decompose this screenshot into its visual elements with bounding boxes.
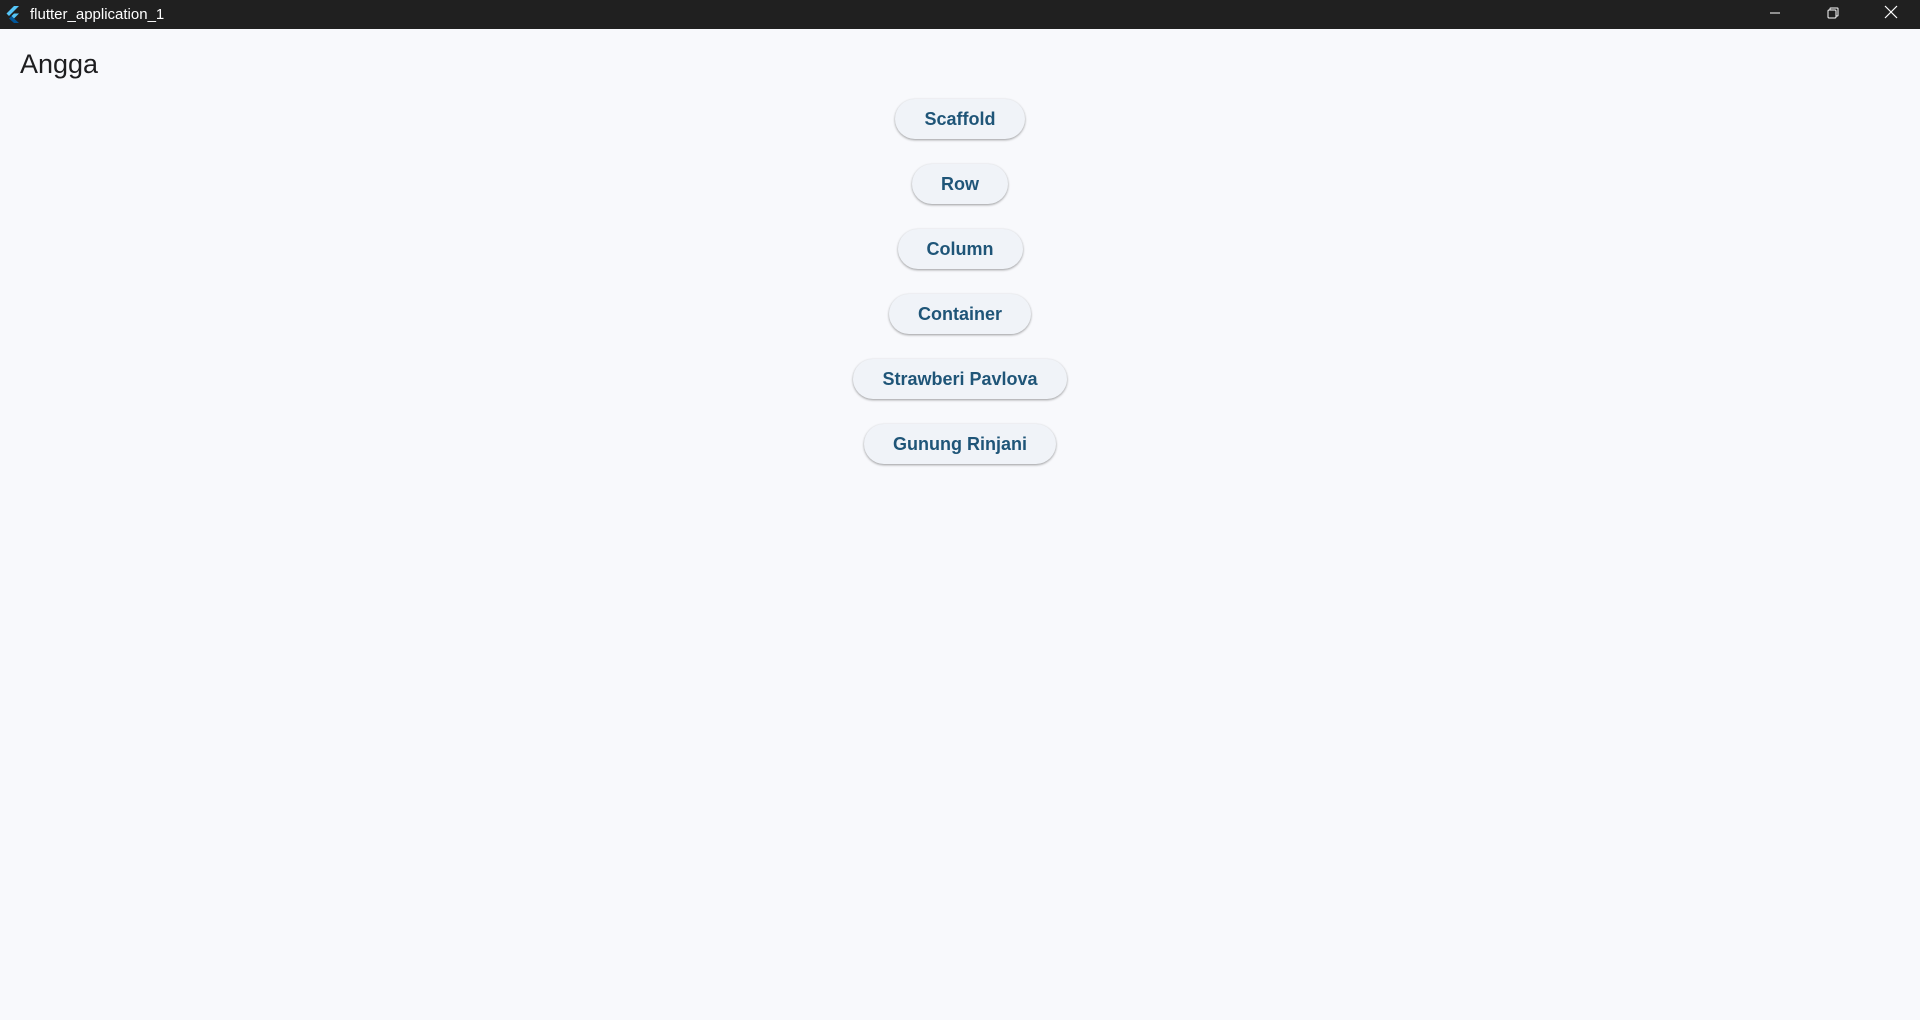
strawberi-pavlova-button[interactable]: Strawberi Pavlova — [853, 359, 1067, 399]
row-button[interactable]: Row — [912, 164, 1008, 204]
restore-icon — [1827, 6, 1839, 24]
restore-button[interactable] — [1804, 0, 1862, 29]
close-button[interactable] — [1862, 0, 1920, 29]
app-body: Angga Scaffold Row Column Container Stra… — [0, 29, 1920, 1020]
button-list: Scaffold Row Column Container Strawberi … — [0, 99, 1920, 489]
window-titlebar[interactable]: flutter_application_1 — [0, 0, 1920, 29]
minimize-icon — [1769, 6, 1781, 24]
container-button[interactable]: Container — [888, 294, 1031, 334]
close-icon — [1884, 5, 1898, 24]
window-title: flutter_application_1 — [30, 6, 165, 23]
column-button[interactable]: Column — [897, 229, 1023, 269]
flutter-logo-icon — [4, 6, 22, 24]
scaffold-button[interactable]: Scaffold — [895, 99, 1025, 139]
window-controls — [1746, 0, 1920, 29]
app-title: Angga — [20, 49, 99, 79]
gunung-rinjani-button[interactable]: Gunung Rinjani — [864, 424, 1056, 464]
minimize-button[interactable] — [1746, 0, 1804, 29]
